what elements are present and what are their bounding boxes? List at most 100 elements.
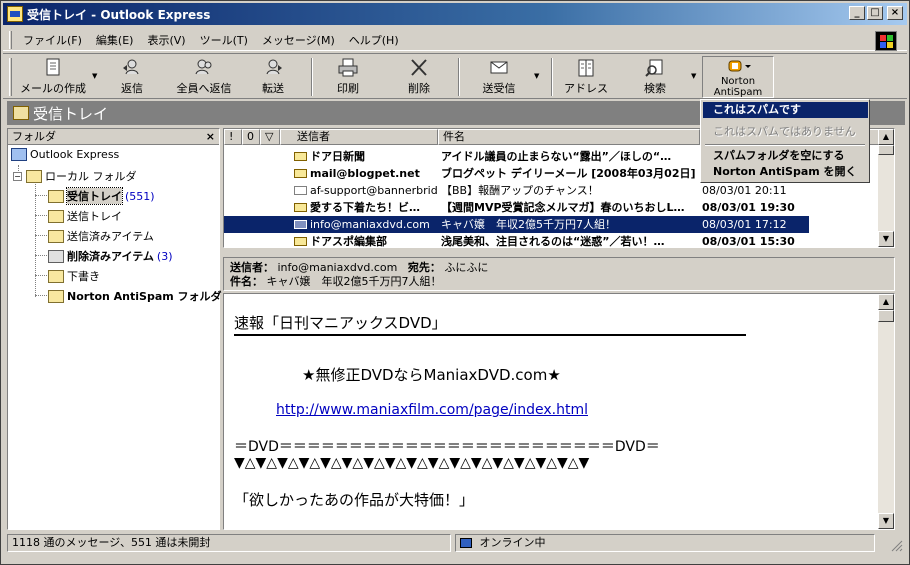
send-receive-button[interactable]: 送受信 xyxy=(473,56,525,98)
message-subject: 浅尾美和、注目されるのは“迷惑”／若い！… xyxy=(441,235,665,248)
menu-bar: ファイル(F) 編集(E) 表示(V) ツール(T) メッセージ(M) ヘルプ(… xyxy=(3,29,907,51)
find-label: 検索 xyxy=(644,82,666,95)
window-controls: _ □ × xyxy=(849,6,903,20)
folder-inbox[interactable]: 受信トレイ (551) xyxy=(48,187,155,205)
outbox-icon xyxy=(48,209,64,223)
reply-all-label: 全員へ返信 xyxy=(176,82,232,95)
table-row[interactable]: af-support@bannerbrid… 【BB】報酬アップのチャンス！ 0… xyxy=(224,182,809,199)
folder-outbox[interactable]: 送信トレイ xyxy=(48,208,122,224)
table-row[interactable]: 愛する下着たち！ビ… 【週間MVP受賞記念メルマガ】春のいちおしL… 08/03… xyxy=(224,199,809,216)
message-subject: 【BB】報酬アップのチャンス！ xyxy=(441,184,599,197)
windows-logo-icon xyxy=(875,31,897,51)
minimize-button[interactable]: _ xyxy=(849,6,865,20)
send-receive-icon xyxy=(488,58,510,78)
menu-item-this-is-spam[interactable]: これはスパムです xyxy=(703,102,868,118)
message-from: 愛する下着たち！ビ… xyxy=(310,201,420,214)
body-link[interactable]: http://www.maniaxfilm.com/page/index.htm… xyxy=(276,402,588,418)
message-subject: ブログペット デイリーメール [2008年03月02日] xyxy=(441,167,696,180)
addresses-button[interactable]: アドレス xyxy=(560,56,612,98)
scroll-down-icon[interactable]: ▼ xyxy=(878,231,894,247)
menu-tools[interactable]: ツール(T) xyxy=(193,30,255,50)
menu-file[interactable]: ファイル(F) xyxy=(16,30,89,50)
read-envelope-icon xyxy=(294,186,307,195)
new-mail-button[interactable]: メールの作成 xyxy=(17,56,89,98)
maximize-button[interactable]: □ xyxy=(867,6,883,20)
delete-button[interactable]: 削除 xyxy=(396,56,442,98)
close-button[interactable]: × xyxy=(887,6,903,20)
collapse-icon[interactable]: − xyxy=(13,171,22,181)
find-dropdown-icon[interactable]: ▼ xyxy=(691,72,696,80)
title-bar[interactable]: 受信トレイ - Outlook Express _ □ × xyxy=(3,3,907,25)
scroll-up-icon[interactable]: ▲ xyxy=(878,294,894,310)
menu-item-empty-spam-folder[interactable]: スパムフォルダを空にする xyxy=(703,148,868,164)
body-line-title: 速報「日刊マニアックスDVD」 xyxy=(234,314,447,332)
tree-connector xyxy=(35,181,36,297)
menu-separator xyxy=(705,144,865,146)
delete-label: 削除 xyxy=(408,82,430,95)
norton-antispam-button[interactable]: Norton AntiSpam xyxy=(702,56,774,98)
tree-connector xyxy=(35,195,47,196)
message-date: 08/03/01 20:11 xyxy=(702,184,787,197)
send-receive-label: 送受信 xyxy=(482,82,516,95)
folder-label: 受信トレイ xyxy=(66,187,123,205)
forward-button[interactable]: 転送 xyxy=(250,56,296,98)
folder-drafts[interactable]: 下書き xyxy=(48,268,100,284)
current-folder-title: 受信トレイ xyxy=(33,104,109,123)
table-row[interactable]: info@maniaxdvd.com キャバ嬢 年収2億5千万円7人組！ 08/… xyxy=(224,216,809,233)
send-receive-dropdown-icon[interactable]: ▼ xyxy=(534,72,539,80)
window-title: 受信トレイ - Outlook Express xyxy=(27,7,211,22)
status-online-label: オンライン中 xyxy=(479,536,546,549)
toolbar-separator xyxy=(551,58,553,96)
to-value[interactable]: ふにふに xyxy=(444,261,488,274)
norton-icon xyxy=(724,60,752,75)
outlook-express-icon xyxy=(11,148,27,161)
message-list-scrollbar[interactable]: ▲ ▼ xyxy=(878,129,894,247)
table-row[interactable]: ドアスポ編集部 浅尾美和、注目されるのは“迷惑”／若い！… 08/03/01 1… xyxy=(224,233,809,248)
menu-help[interactable]: ヘルプ(H) xyxy=(342,30,406,50)
norton-dropdown-menu: これはスパムです これはスパムではありません スパムフォルダを空にする Nort… xyxy=(700,99,870,183)
col-attachment[interactable]: 0 xyxy=(242,129,260,145)
message-date: 08/03/01 19:30 xyxy=(702,201,795,214)
folder-sent-items[interactable]: 送信済みアイテム xyxy=(48,228,154,244)
from-value[interactable]: info@maniaxdvd.com xyxy=(278,261,398,274)
body-line-dvd-rule: ＝DVD＝＝＝＝＝＝＝＝＝＝＝＝＝＝＝＝＝＝＝＝＝＝＝＝DVD＝ xyxy=(234,439,660,455)
scroll-thumb[interactable] xyxy=(878,145,894,155)
col-flag[interactable]: ▽ xyxy=(260,129,280,145)
body-line-triangles: ▼△▼△▼△▼△▼△▼△▼△▼△▼△▼△▼△▼△▼△▼△▼△▼△▼ xyxy=(234,455,590,471)
inbox-icon xyxy=(48,189,64,203)
menu-view[interactable]: 表示(V) xyxy=(140,30,192,50)
outlook-app-icon[interactable] xyxy=(7,6,23,22)
folder-outlook-express[interactable]: Outlook Express xyxy=(11,148,119,161)
print-button[interactable]: 印刷 xyxy=(325,56,371,98)
menu-item-not-spam: これはスパムではありません xyxy=(713,125,856,138)
scroll-down-icon[interactable]: ▼ xyxy=(878,513,894,529)
folder-norton-antispam[interactable]: Norton AntiSpam フォルダ xyxy=(48,288,222,304)
menu-message[interactable]: メッセージ(M) xyxy=(255,30,342,50)
computer-icon xyxy=(460,538,472,548)
new-mail-dropdown-icon[interactable]: ▼ xyxy=(92,72,97,80)
find-button[interactable]: 検索 xyxy=(629,56,681,98)
folder-deleted-items[interactable]: 削除済みアイテム (3) xyxy=(48,248,173,264)
new-mail-icon xyxy=(42,58,64,78)
resize-grip-icon[interactable] xyxy=(889,538,903,552)
tree-connector xyxy=(35,255,47,256)
menu-item-open-norton[interactable]: Norton AntiSpam を開く xyxy=(703,164,868,180)
preview-from-line: 送信者： info@maniaxdvd.com 宛先： ふにふに xyxy=(230,261,888,275)
reply-all-button[interactable]: 全員へ返信 xyxy=(168,56,240,98)
reply-button[interactable]: 返信 xyxy=(109,56,155,98)
toolbar-grip[interactable] xyxy=(9,58,12,96)
col-priority[interactable]: ! xyxy=(224,129,242,145)
scroll-thumb[interactable] xyxy=(878,310,894,322)
col-from[interactable]: 送信者 xyxy=(280,129,438,145)
scroll-up-icon[interactable]: ▲ xyxy=(878,129,894,145)
menubar-grip[interactable] xyxy=(9,30,12,49)
tree-connector xyxy=(35,215,47,216)
folder-label: 送信済みアイテム xyxy=(67,230,154,243)
preview-scrollbar[interactable]: ▲ ▼ xyxy=(878,294,894,529)
find-icon xyxy=(644,58,666,78)
menu-edit[interactable]: 編集(E) xyxy=(89,30,141,50)
folder-local[interactable]: − ローカル フォルダ xyxy=(13,168,137,184)
folder-pane-close-icon[interactable]: × xyxy=(206,129,215,144)
folder-label: Outlook Express xyxy=(30,148,120,161)
col-subject[interactable]: 件名 xyxy=(438,129,700,145)
